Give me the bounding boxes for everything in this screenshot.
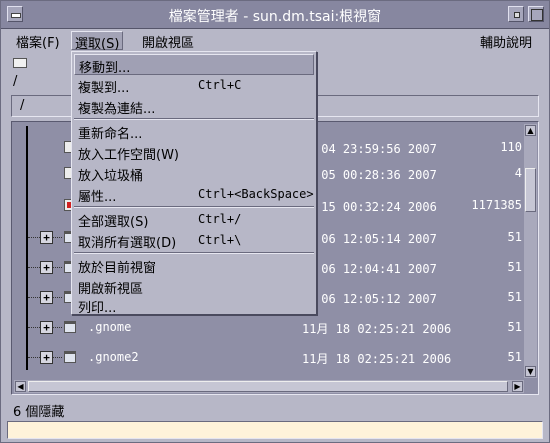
status-input-field[interactable] (7, 421, 543, 439)
file-size: 4 (514, 166, 522, 180)
vertical-scroll-thumb[interactable] (525, 168, 536, 212)
file-name: .gnome (88, 320, 132, 334)
scroll-right-arrow-icon[interactable]: ▶ (512, 381, 523, 392)
folder-icon (64, 321, 76, 333)
menu-item-place-in-window[interactable]: 放於目前視窗 (74, 255, 314, 276)
menu-item-print[interactable]: 列印... (74, 295, 314, 316)
expand-toggle-button[interactable]: + (40, 261, 53, 274)
menu-open-view[interactable]: 開啟視區 (139, 31, 197, 51)
file-date: 月 06 12:05:14 2007 (302, 232, 437, 246)
folder-row[interactable]: + .gnome 11月 18 02:25:21 2006 51 (12, 316, 522, 340)
horizontal-scroll-thumb[interactable] (28, 381, 508, 392)
expand-toggle-button[interactable]: + (40, 231, 53, 244)
file-date: 11月 18 02:25:21 2006 (302, 352, 452, 366)
file-date: 月 04 23:59:56 2007 (302, 142, 437, 156)
scroll-down-arrow-icon[interactable]: ▼ (525, 366, 536, 377)
file-date: 11月 18 02:25:21 2006 (302, 322, 452, 336)
menu-item-select-all[interactable]: 全部選取(S) Ctrl+/ (74, 209, 314, 230)
menu-separator (74, 252, 314, 254)
file-size: 51 (507, 260, 522, 274)
file-date: 月 05 00:28:36 2007 (302, 168, 437, 182)
file-size: 51 (507, 320, 522, 334)
file-size: 110 (500, 140, 522, 154)
menu-file[interactable]: 檔案(F) (13, 31, 63, 51)
file-date: 月 06 12:04:41 2007 (302, 262, 437, 276)
expand-toggle-button[interactable]: + (40, 291, 53, 304)
status-hidden-count: 6 個隱藏 (13, 405, 65, 420)
menu-item-copy-to[interactable]: 複製到... Ctrl+C (74, 75, 314, 96)
file-size: 51 (507, 350, 522, 364)
file-date: 月 15 00:32:24 2006 (302, 200, 437, 214)
menu-separator (74, 118, 314, 120)
root-folder-icon[interactable] (11, 56, 29, 70)
menu-item-rename[interactable]: 重新命名... (74, 121, 314, 142)
menu-item-put-in-trash[interactable]: 放入垃圾桶 (74, 163, 314, 184)
select-menu-dropdown: 移動到... 複製到... Ctrl+C 複製為連結... 重新命名... 放入… (71, 51, 317, 316)
file-size: 51 (507, 290, 522, 304)
scroll-left-arrow-icon[interactable]: ◀ (15, 381, 26, 392)
menu-item-put-in-workspace[interactable]: 放入工作空間(W) (74, 142, 314, 163)
minimize-button[interactable] (508, 6, 524, 22)
menu-help[interactable]: 輔助說明 (477, 31, 535, 51)
file-size: 51 (507, 230, 522, 244)
expand-toggle-button[interactable]: + (40, 351, 53, 364)
menu-item-properties[interactable]: 屬性... Ctrl+<BackSpace> (74, 184, 314, 205)
menu-item-deselect-all[interactable]: 取消所有選取(D) Ctrl+\ (74, 230, 314, 251)
menu-item-open-new-view[interactable]: 開啟新視區 (74, 276, 314, 297)
menu-select[interactable]: 選取(S) (71, 31, 124, 52)
menu-separator (74, 206, 314, 208)
title-bar[interactable]: 檔案管理者 - sun.dm.tsai:根視窗 (1, 1, 549, 29)
file-name: .gnome2 (88, 350, 139, 364)
window-title: 檔案管理者 - sun.dm.tsai:根視窗 (168, 9, 382, 25)
menu-item-copy-as-link[interactable]: 複製為連結... (74, 96, 314, 117)
file-date: 月 06 12:05:12 2007 (302, 292, 437, 306)
expand-toggle-button[interactable]: + (40, 321, 53, 334)
folder-row[interactable]: + .gnome2 11月 18 02:25:21 2006 51 (12, 346, 522, 370)
horizontal-scrollbar[interactable]: ◀ ▶ (14, 380, 524, 393)
menu-bar: 檔案(F) 選取(S) 開啟視區 輔助說明 (1, 29, 549, 52)
file-manager-window: 檔案管理者 - sun.dm.tsai:根視窗 檔案(F) 選取(S) 開啟視區… (0, 0, 550, 443)
folder-icon (64, 351, 76, 363)
current-path-label: / (13, 74, 18, 89)
vertical-scrollbar[interactable]: ▲ ▼ (524, 124, 537, 378)
menu-item-move-to[interactable]: 移動到... (74, 54, 314, 76)
file-size: 1171385 (471, 198, 522, 212)
maximize-button[interactable] (528, 6, 544, 22)
path-field-text: / (20, 98, 25, 113)
scroll-up-arrow-icon[interactable]: ▲ (525, 125, 536, 136)
